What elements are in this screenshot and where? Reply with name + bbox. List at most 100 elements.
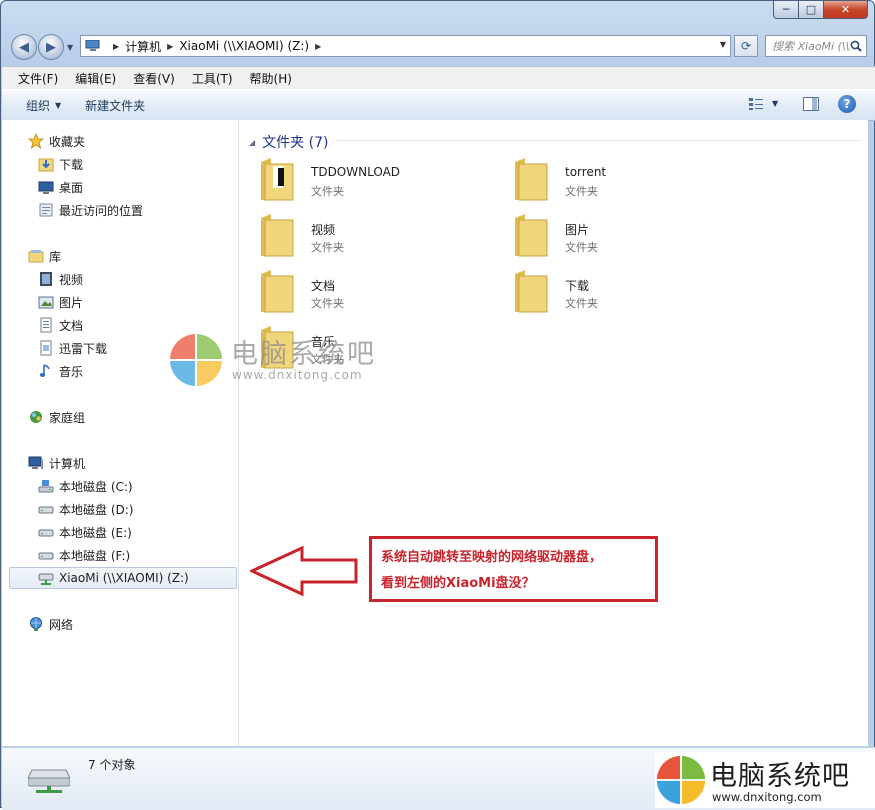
view-dropdown-icon[interactable]: ▼ — [772, 99, 778, 108]
folder-item[interactable]: torrent 文件夹 — [513, 156, 753, 208]
nav-item-recent-places[interactable]: 最近访问的位置 — [38, 200, 143, 220]
folder-item[interactable]: 文档 文件夹 — [259, 268, 499, 320]
folder-name: 文档 — [311, 279, 336, 293]
nav-label: 图片 — [59, 295, 84, 310]
breadcrumb-separator-icon[interactable]: ▶ — [315, 42, 321, 51]
navigation-pane: 收藏夹 下载 桌面 最近访问的位置 库 视频 图片 文档 迅雷下载 音乐 家庭组… — [2, 120, 239, 746]
back-button[interactable]: ◀ — [11, 34, 37, 60]
nav-item-drive-f[interactable]: 本地磁盘 (F:) — [38, 545, 130, 565]
search-icon — [850, 40, 862, 52]
network-globe-icon — [28, 616, 44, 632]
organize-button[interactable]: 组织 ▼ — [26, 97, 61, 114]
watermark-url: www.dnxitong.com — [712, 790, 822, 804]
nav-homegroup[interactable]: 家庭组 — [28, 407, 85, 427]
nav-item-music[interactable]: 音乐 — [38, 361, 83, 381]
folder-icon — [515, 270, 548, 313]
nav-favorites[interactable]: 收藏夹 — [27, 131, 86, 151]
windows-logo-icon — [170, 334, 222, 386]
search-box[interactable]: 搜索 XiaoMi (\\XIAOMI) (Z:) — [765, 35, 867, 57]
new-folder-button[interactable]: 新建文件夹 — [85, 97, 145, 114]
folder-name: 下载 — [565, 279, 590, 293]
nav-item-documents[interactable]: 文档 — [38, 315, 83, 335]
nav-label: 家庭组 — [49, 410, 86, 425]
menu-edit[interactable]: 编辑(E) — [70, 70, 121, 87]
nav-item-downloads[interactable]: 下载 — [38, 154, 83, 174]
help-button[interactable]: ? — [838, 95, 856, 113]
folder-type: 文件夹 — [311, 185, 344, 198]
folder-item[interactable]: 下载 文件夹 — [513, 268, 753, 320]
nav-label: 本地磁盘 (D:) — [59, 502, 134, 517]
nav-label: 下载 — [59, 157, 84, 172]
breadcrumb-separator-icon[interactable]: ▶ — [113, 42, 119, 51]
nav-label: 网络 — [49, 617, 74, 632]
recent-places-icon — [38, 202, 54, 218]
watermark-corner: 电脑系统吧 www.dnxitong.com — [655, 752, 875, 808]
minimize-button[interactable]: ─ — [773, 1, 799, 19]
menu-view[interactable]: 查看(V) — [128, 70, 180, 87]
caption-buttons: ─ □ ✕ — [773, 1, 868, 19]
forward-button[interactable]: ▶ — [38, 34, 64, 60]
folder-type: 文件夹 — [565, 297, 598, 310]
nav-label: 最近访问的位置 — [59, 203, 144, 218]
folder-item[interactable]: 视频 文件夹 — [259, 212, 499, 264]
maximize-button[interactable]: □ — [799, 1, 824, 19]
nav-item-drive-c[interactable]: 本地磁盘 (C:) — [38, 476, 133, 496]
folder-item[interactable]: 图片 文件夹 — [513, 212, 753, 264]
menu-help[interactable]: 帮助(H) — [245, 70, 297, 87]
collapse-triangle-icon[interactable]: ◢ — [249, 138, 255, 147]
change-view-button[interactable] — [748, 97, 764, 111]
music-note-icon — [38, 363, 54, 379]
breadcrumb-computer[interactable]: 计算机 — [125, 38, 161, 55]
address-dropdown-icon[interactable]: ▼ — [720, 40, 726, 49]
network-drive-large-icon — [28, 769, 70, 793]
folder-item[interactable]: TDDOWNLOAD 文件夹 — [259, 156, 499, 208]
video-library-icon — [38, 271, 54, 287]
content-pane: ◢ 文件夹 (7) TDDOWNLOAD 文件夹 torrent 文件夹 视频 … — [239, 120, 868, 746]
explorer-window: ─ □ ✕ ◀ ▶ ▼ ▶ 计算机 ▶ XiaoMi (\\XIAOMI) (Z… — [0, 0, 875, 810]
folder-icon — [261, 158, 294, 201]
nav-network[interactable]: 网络 — [28, 614, 73, 634]
annotation-line-2: 看到左侧的XiaoMi盘没？ — [381, 576, 535, 591]
nav-computer[interactable]: 计算机 — [28, 453, 85, 473]
computer-icon — [28, 455, 44, 471]
menu-tools[interactable]: 工具(T) — [187, 70, 238, 87]
preview-pane-button[interactable] — [803, 97, 819, 111]
close-button[interactable]: ✕ — [824, 1, 868, 19]
nav-label: XiaoMi (\\XIAOMI) (Z:) — [59, 571, 189, 585]
address-bar[interactable]: ▶ 计算机 ▶ XiaoMi (\\XIAOMI) (Z:) ▶ ▼ — [80, 35, 731, 57]
folder-group-header[interactable]: ◢ 文件夹 (7) — [249, 132, 328, 152]
nav-item-drive-e[interactable]: 本地磁盘 (E:) — [38, 522, 132, 542]
refresh-button[interactable]: ⟳ — [734, 35, 758, 57]
nav-item-desktop[interactable]: 桌面 — [38, 177, 83, 197]
hard-drive-icon — [38, 501, 54, 517]
breadcrumb-xiaomi-drive[interactable]: XiaoMi (\\XIAOMI) (Z:) — [179, 39, 309, 53]
command-bar: 组织 ▼ 新建文件夹 ▼ ? — [2, 89, 875, 121]
recent-pages-dropdown[interactable]: ▼ — [67, 43, 73, 52]
folder-name: 视频 — [311, 223, 336, 237]
breadcrumb-separator-icon[interactable]: ▶ — [167, 42, 173, 51]
picture-library-icon — [38, 294, 54, 310]
group-label: 文件夹 (7) — [262, 135, 329, 151]
hard-drive-icon — [38, 547, 54, 563]
nav-item-videos[interactable]: 视频 — [38, 269, 83, 289]
nav-libraries[interactable]: 库 — [28, 246, 61, 266]
watermark-url: www.dnxitong.com — [232, 368, 363, 382]
nav-item-xiaomi-network-drive[interactable]: XiaoMi (\\XIAOMI) (Z:) — [9, 567, 237, 589]
chevron-down-icon: ▼ — [55, 100, 62, 110]
nav-item-thunder-downloads[interactable]: 迅雷下载 — [38, 338, 107, 358]
nav-label: 桌面 — [59, 180, 84, 195]
folder-name: 图片 — [565, 223, 590, 237]
star-icon — [27, 132, 45, 149]
menu-file[interactable]: 文件(F) — [13, 70, 63, 87]
download-folder-icon — [38, 156, 54, 172]
folder-name: TDDOWNLOAD — [311, 165, 401, 179]
nav-label: 迅雷下载 — [59, 341, 108, 356]
search-input[interactable]: 搜索 XiaoMi (\\XIAOMI) (Z:) — [772, 38, 850, 54]
folder-type: 文件夹 — [311, 297, 344, 310]
nav-label: 收藏夹 — [49, 134, 86, 149]
folder-icon — [515, 214, 548, 257]
nav-item-pictures[interactable]: 图片 — [38, 292, 83, 312]
folder-icon — [261, 214, 294, 257]
refresh-icon: ⟳ — [740, 39, 752, 53]
nav-item-drive-d[interactable]: 本地磁盘 (D:) — [38, 499, 133, 519]
